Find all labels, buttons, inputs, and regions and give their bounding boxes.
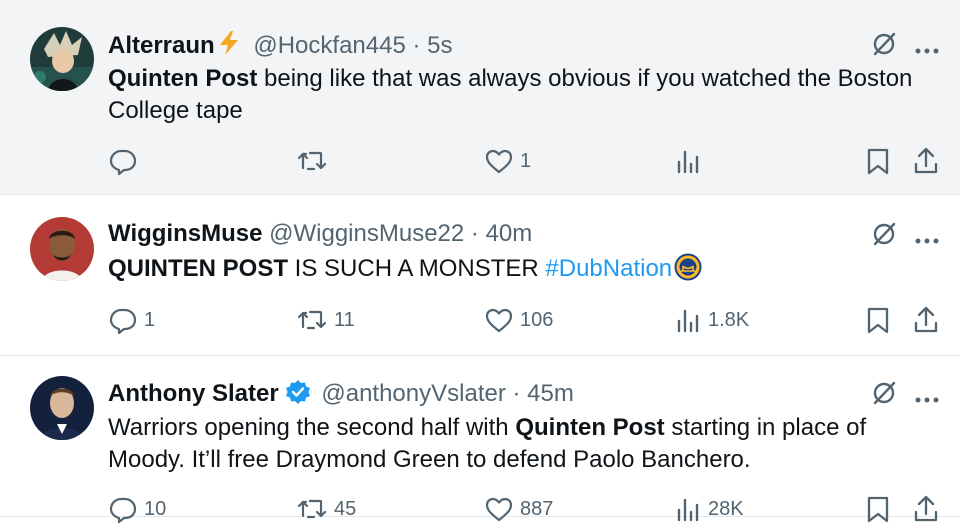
- retweet-icon: [297, 499, 327, 519]
- like-button[interactable]: 1: [484, 146, 531, 176]
- timestamp[interactable]: 45m: [527, 380, 574, 407]
- text-segment: Warriors opening the second half with: [108, 414, 516, 441]
- reply-icon: [109, 149, 137, 176]
- bookmark-icon: [867, 496, 889, 523]
- views-button[interactable]: [676, 146, 708, 176]
- mention-bold: QUINTEN POST: [108, 255, 289, 282]
- retweet-button[interactable]: 11: [296, 305, 355, 335]
- handle[interactable]: @anthonyVslater: [321, 380, 505, 407]
- bookmark-button[interactable]: [865, 494, 891, 524]
- views-icon: [677, 150, 699, 174]
- tweet-text: Warriors opening the second half with Qu…: [108, 412, 948, 476]
- action-bar: 10 45 887 28K: [0, 494, 960, 524]
- avatar[interactable]: [30, 27, 94, 91]
- retweet-icon: [297, 151, 327, 171]
- display-name[interactable]: Alterraun: [108, 32, 215, 59]
- retweet-button[interactable]: [296, 146, 334, 176]
- like-icon: [485, 308, 513, 333]
- grok-icon[interactable]: [870, 379, 898, 412]
- display-name[interactable]: WigginsMuse: [108, 220, 262, 247]
- action-bar: 1: [0, 146, 960, 176]
- action-bar: 1 11 106 1.8K: [0, 305, 960, 335]
- share-button[interactable]: [912, 146, 940, 176]
- tweet-header: WigginsMuse @WigginsMuse22 · 40m: [108, 220, 532, 248]
- bookmark-button[interactable]: [865, 305, 891, 335]
- timestamp[interactable]: 5s: [427, 32, 452, 59]
- bookmark-icon: [867, 307, 889, 334]
- reply-count: 1: [144, 308, 156, 331]
- like-button[interactable]: 887: [484, 494, 553, 524]
- bookmark-button[interactable]: [865, 146, 891, 176]
- views-count: 28K: [708, 497, 744, 520]
- tweet-2[interactable]: WigginsMuse @WigginsMuse22 · 40m QUINTEN…: [0, 195, 960, 356]
- verified-badge-icon: [285, 379, 311, 412]
- tweet-3[interactable]: Anthony Slater @anthonyVslater · 45m War…: [0, 356, 960, 524]
- more-icon[interactable]: [915, 41, 939, 59]
- separator-dot: ·: [470, 220, 479, 247]
- like-count: 887: [520, 497, 554, 520]
- separator-dot: ·: [512, 380, 521, 407]
- share-button[interactable]: [912, 494, 940, 524]
- views-button[interactable]: 28K: [676, 494, 744, 524]
- hashtag-link[interactable]: #DubNation: [545, 255, 672, 282]
- like-icon: [485, 497, 513, 522]
- retweet-count: 11: [334, 308, 355, 331]
- tweet-header: Anthony Slater @anthonyVslater · 45m: [108, 379, 574, 412]
- like-count: 1: [520, 149, 532, 172]
- views-icon: [677, 498, 699, 522]
- mention-bold: Quinten Post: [515, 414, 665, 441]
- handle[interactable]: @WigginsMuse22: [269, 220, 464, 247]
- reply-button[interactable]: [108, 146, 144, 176]
- reply-icon: [109, 497, 137, 524]
- bookmark-icon: [867, 148, 889, 175]
- text-segment: IS SUCH A MONSTER: [288, 255, 546, 282]
- tweet-1[interactable]: Alterraun @Hockfan445 · 5s Quinten Post …: [0, 0, 960, 195]
- grok-icon[interactable]: [870, 220, 898, 253]
- separator-dot: ·: [412, 32, 421, 59]
- share-button[interactable]: [912, 305, 940, 335]
- share-icon: [914, 147, 938, 174]
- avatar[interactable]: [30, 217, 94, 281]
- reply-icon: [109, 308, 137, 335]
- retweet-icon: [297, 310, 327, 330]
- like-button[interactable]: 106: [484, 305, 553, 335]
- like-count: 106: [520, 308, 554, 331]
- reply-button[interactable]: 1: [108, 305, 155, 335]
- more-icon[interactable]: [915, 231, 939, 249]
- avatar[interactable]: [30, 376, 94, 440]
- more-icon[interactable]: [915, 390, 939, 408]
- tweet-text: Quinten Post being like that was always …: [108, 63, 948, 127]
- grok-icon[interactable]: [870, 30, 898, 63]
- mention-bold: Quinten Post: [108, 65, 258, 92]
- retweet-button[interactable]: 45: [296, 494, 356, 524]
- reply-count: 10: [144, 497, 167, 520]
- views-count: 1.8K: [708, 308, 750, 331]
- tweet-text: QUINTEN POST IS SUCH A MONSTER #DubNatio…: [108, 253, 948, 290]
- handle[interactable]: @Hockfan445: [253, 32, 405, 59]
- share-icon: [914, 306, 938, 333]
- lightning-icon: [217, 30, 241, 63]
- display-name[interactable]: Anthony Slater: [108, 380, 279, 407]
- reply-button[interactable]: 10: [108, 494, 166, 524]
- tweet-header: Alterraun @Hockfan445 · 5s: [108, 30, 453, 63]
- timestamp[interactable]: 40m: [486, 220, 533, 247]
- warriors-logo-icon: [674, 253, 702, 290]
- views-icon: [677, 309, 699, 333]
- retweet-count: 45: [334, 497, 357, 520]
- views-button[interactable]: 1.8K: [676, 305, 749, 335]
- like-icon: [485, 149, 513, 174]
- share-icon: [914, 495, 938, 522]
